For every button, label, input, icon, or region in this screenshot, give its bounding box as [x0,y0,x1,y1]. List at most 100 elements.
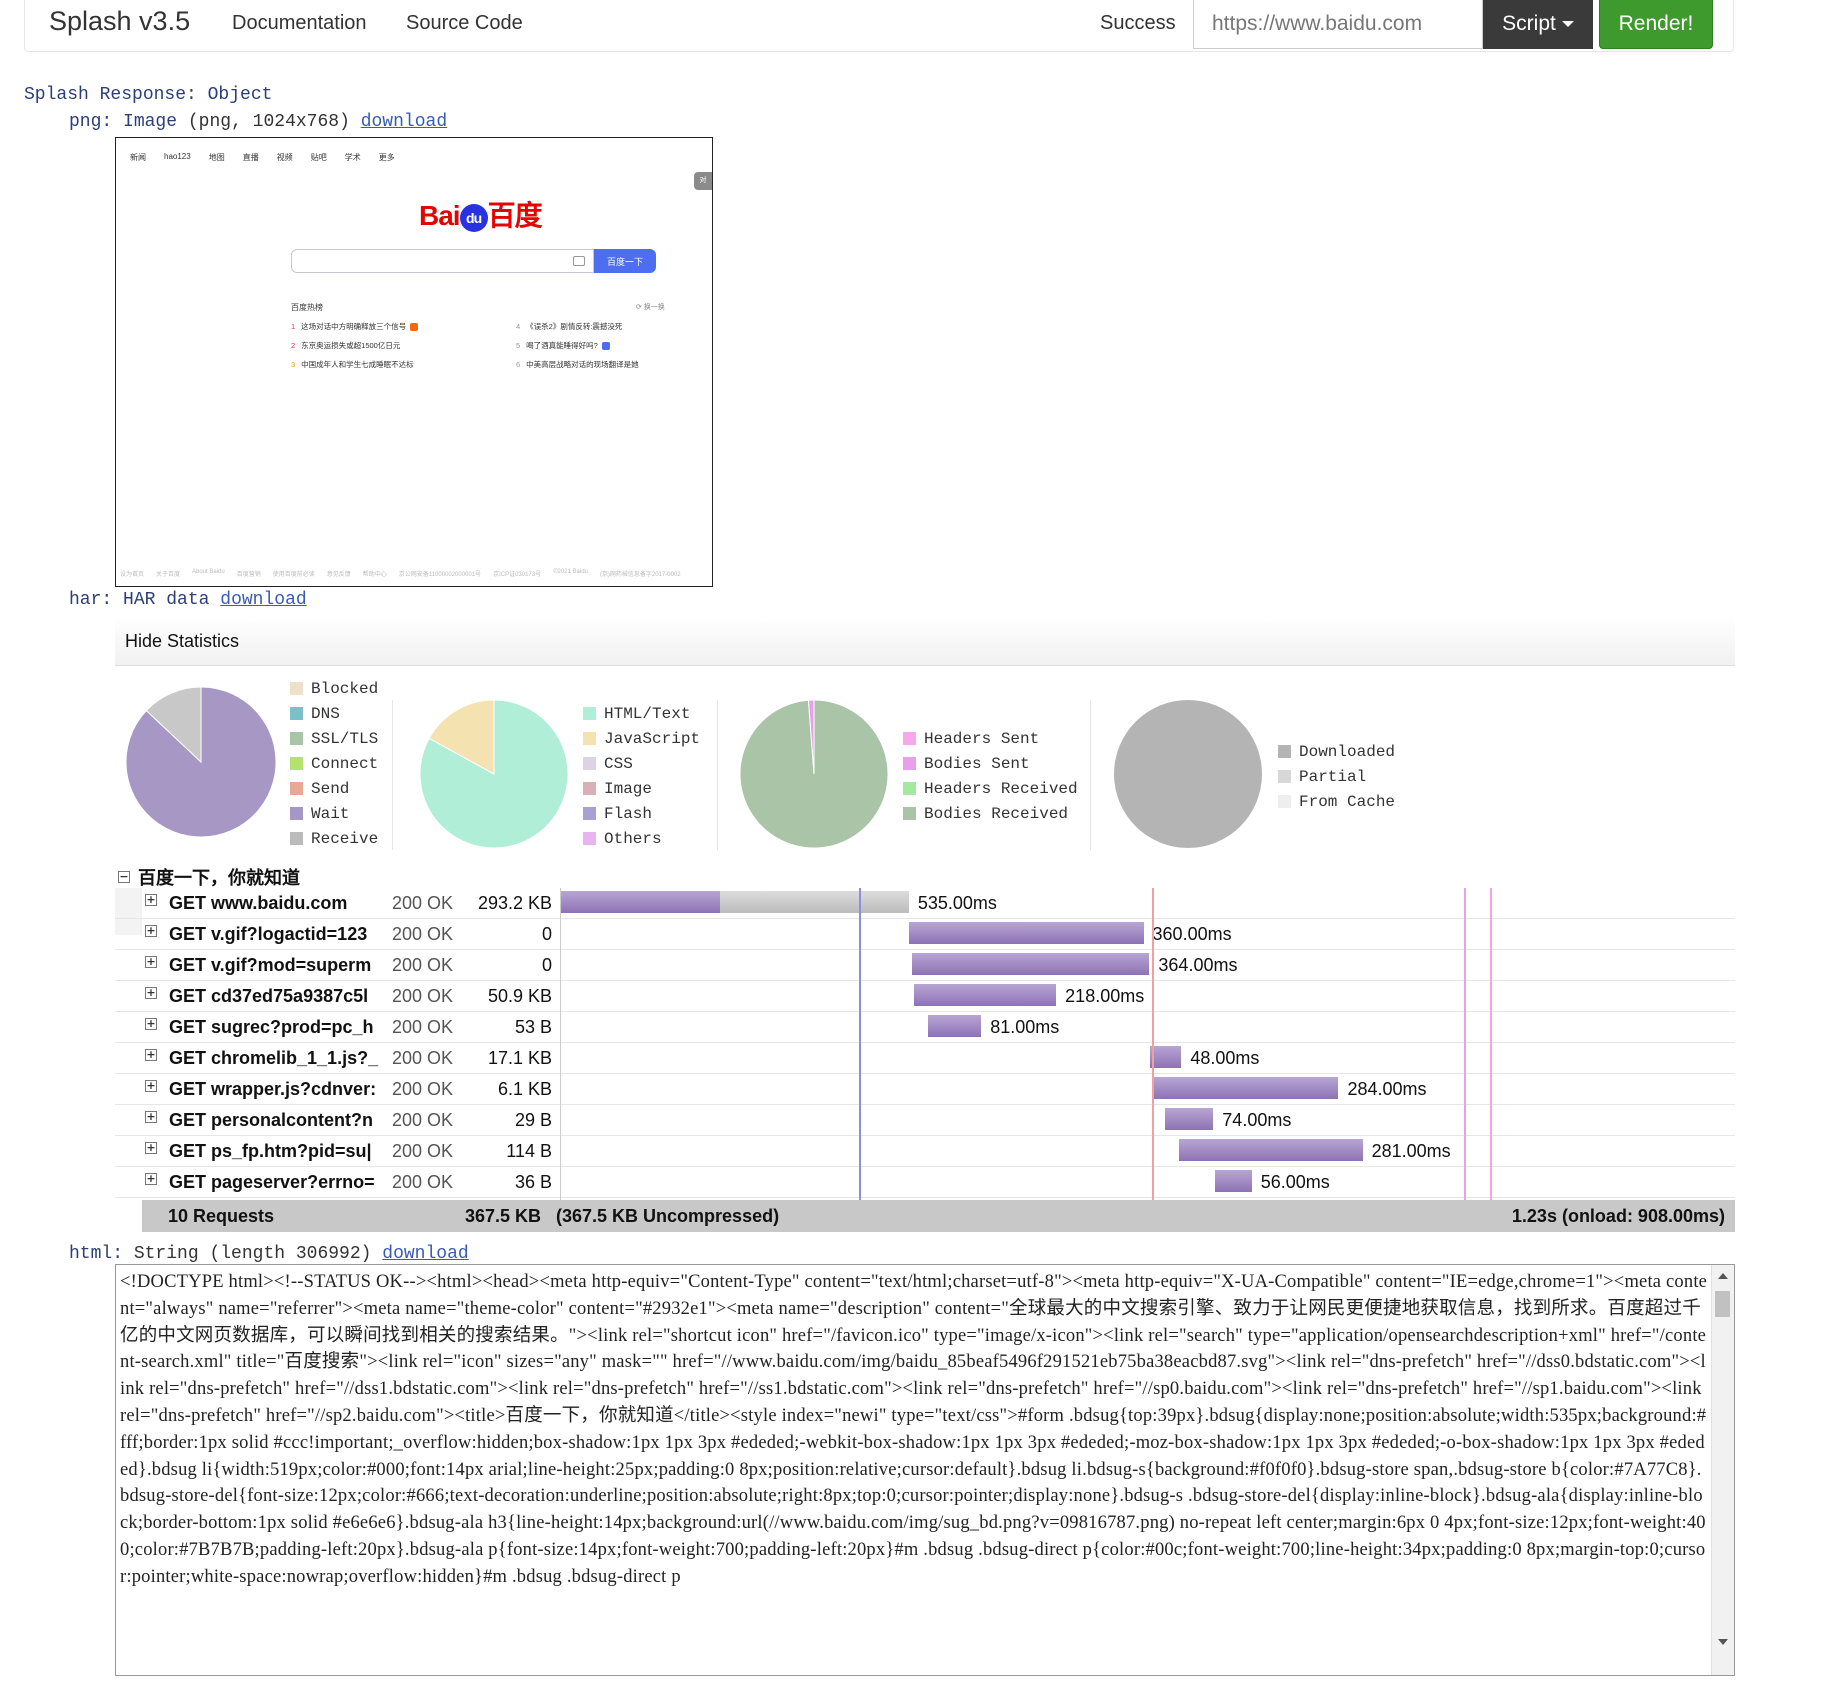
png-download-link[interactable]: download [361,112,447,132]
divider [392,700,393,850]
png-key: png: [69,112,113,132]
legend-label: Others [604,829,662,848]
legend-item: Wait [290,801,378,826]
hide-statistics-label[interactable]: Hide Statistics [125,631,239,652]
html-download-link[interactable]: download [382,1244,468,1264]
nav-link-documentation[interactable]: Documentation [232,12,367,35]
html-key: html: [69,1244,124,1264]
script-button[interactable]: Script [1483,0,1593,49]
summary-size: 367.5 KB [465,1206,542,1226]
request-url: GET chromelib_1_1.js?_ [169,1048,379,1068]
swatch [290,757,303,770]
swatch [583,782,596,795]
url-input[interactable] [1193,0,1483,49]
timeline-marker-line [859,888,862,1200]
expand-icon[interactable]: + [145,925,157,937]
request-row[interactable]: + GET chromelib_1_1.js?_ 200 OK 17.1 KB 48.0… [115,1043,1735,1074]
swatch [290,782,303,795]
request-row[interactable]: + GET wrapper.js?cdnver: 200 OK 6.1 KB 284.0… [115,1074,1735,1105]
request-size: 17.1 KB [487,1048,552,1068]
request-size: 293.2 KB [477,893,552,913]
request-size: 50.9 KB [487,986,552,1006]
request-url: GET wrapper.js?cdnver: [169,1079,377,1099]
html-source-textarea[interactable]: <!DOCTYPE html><!--STATUS OK--><html><he… [115,1264,1735,1676]
caret-down-icon [1561,21,1574,27]
timing-bar [928,1015,982,1037]
request-status: 200 OK [392,1079,454,1099]
hot-rank: 2 [291,341,296,350]
request-status: 200 OK [392,1017,454,1037]
expand-icon[interactable]: + [145,1018,157,1030]
legend-item: Connect [290,751,378,776]
scrollbar[interactable] [1711,1265,1734,1675]
timing-bar [912,953,1150,975]
page-group-header[interactable]: − 百度一下，你就知道 [118,864,300,890]
request-row[interactable]: + GET sugrec?prod=pc_h 200 OK 53 B 81.00ms [115,1012,1735,1043]
legend-label: Headers Received [924,779,1078,798]
hide-statistics-bar[interactable]: Hide Statistics [115,615,1735,666]
footer-item: 关于百度 [156,572,181,578]
swatch [290,732,303,745]
hot-item: 4 《误杀2》剧情反转:震撼没死 [516,321,622,332]
expand-icon[interactable]: + [145,1142,157,1154]
navbar: Splash v3.5 Documentation Source Code Su… [24,0,1734,52]
request-row[interactable]: + GET cd37ed75a9387c5l 200 OK 50.9 KB 218.00… [115,981,1735,1012]
legend-label: Flash [604,804,653,823]
expand-icon[interactable]: + [145,956,157,968]
brand[interactable]: Splash v3.5 [49,6,190,37]
request-row[interactable]: + GET personalcontent?n 200 OK 29 B 74.00ms [115,1105,1735,1136]
footer-item: 使用百度前必读 [272,572,315,578]
legend-item: Image [583,776,700,801]
request-row[interactable]: + GET v.gif?logactid=123 200 OK 0 360.00ms [115,919,1735,950]
footer-item: 帮助中心 [362,572,387,578]
html-line: html: String (length 306992) download [69,1244,469,1264]
request-size: 114 B [506,1141,552,1161]
scroll-down-icon[interactable] [1718,1639,1728,1645]
preview-nav-item: 视频 [276,153,293,162]
collapse-icon[interactable]: − [118,871,130,883]
expand-icon[interactable]: + [145,987,157,999]
swatch [290,832,303,845]
status-text: Success [1100,12,1176,34]
scroll-up-icon[interactable] [1718,1273,1728,1279]
request-row[interactable]: + GET ps_fp.htm?pid=su| 200 OK 114 B 281.00m… [115,1136,1735,1167]
request-row[interactable]: + GET www.baidu.com 200 OK 293.2 KB 535.00ms [115,888,1735,919]
scroll-thumb[interactable] [1715,1291,1730,1317]
footer-item: ©2021 Baidu [553,569,588,575]
request-row[interactable]: + GET pageserver?errno= 200 OK 36 B 56.00ms [115,1167,1735,1198]
html-desc: String (length 306992) [133,1244,372,1264]
png-line: png: Image (png, 1024x768) download [69,112,447,132]
timing-bar [1150,1046,1182,1068]
request-time: 535.00ms [917,893,997,913]
har-download-link[interactable]: download [220,590,306,610]
hot-rank: 5 [516,341,521,350]
request-size: 53 B [514,1017,552,1037]
swatch [583,757,596,770]
swatch [903,807,916,820]
expand-icon[interactable]: + [145,1080,157,1092]
legend-timings: Blocked DNS SSL/TLS Connect Send Wait Re… [290,676,378,851]
hot-rank: 3 [291,360,296,369]
request-time: 81.00ms [990,1017,1060,1037]
hot-item: 2 东京奥运损失或超1500亿日元 [291,340,400,351]
request-row[interactable]: + GET v.gif?mod=superm 200 OK 0 364.00ms [115,950,1735,981]
expand-icon[interactable]: + [145,1049,157,1061]
nav-link-source-code[interactable]: Source Code [406,12,523,35]
swatch [290,807,303,820]
png-type: Image [123,112,178,132]
swatch [903,757,916,770]
preview-nav-item: 更多 [378,153,395,162]
legend-label: Bodies Sent [924,754,1030,773]
hot-refresh-label: 换一换 [643,304,665,311]
request-url: GET cd37ed75a9387c5l [169,986,369,1006]
legend-item: From Cache [1278,789,1395,814]
legend-label: Partial [1299,767,1367,786]
expand-icon[interactable]: + [145,894,157,906]
legend-label: From Cache [1299,792,1396,811]
render-button[interactable]: Render! [1599,0,1713,49]
pie-timings [125,686,277,838]
request-status: 200 OK [392,986,454,1006]
request-time: 218.00ms [1065,986,1145,1006]
expand-icon[interactable]: + [145,1111,157,1123]
expand-icon[interactable]: + [145,1173,157,1185]
